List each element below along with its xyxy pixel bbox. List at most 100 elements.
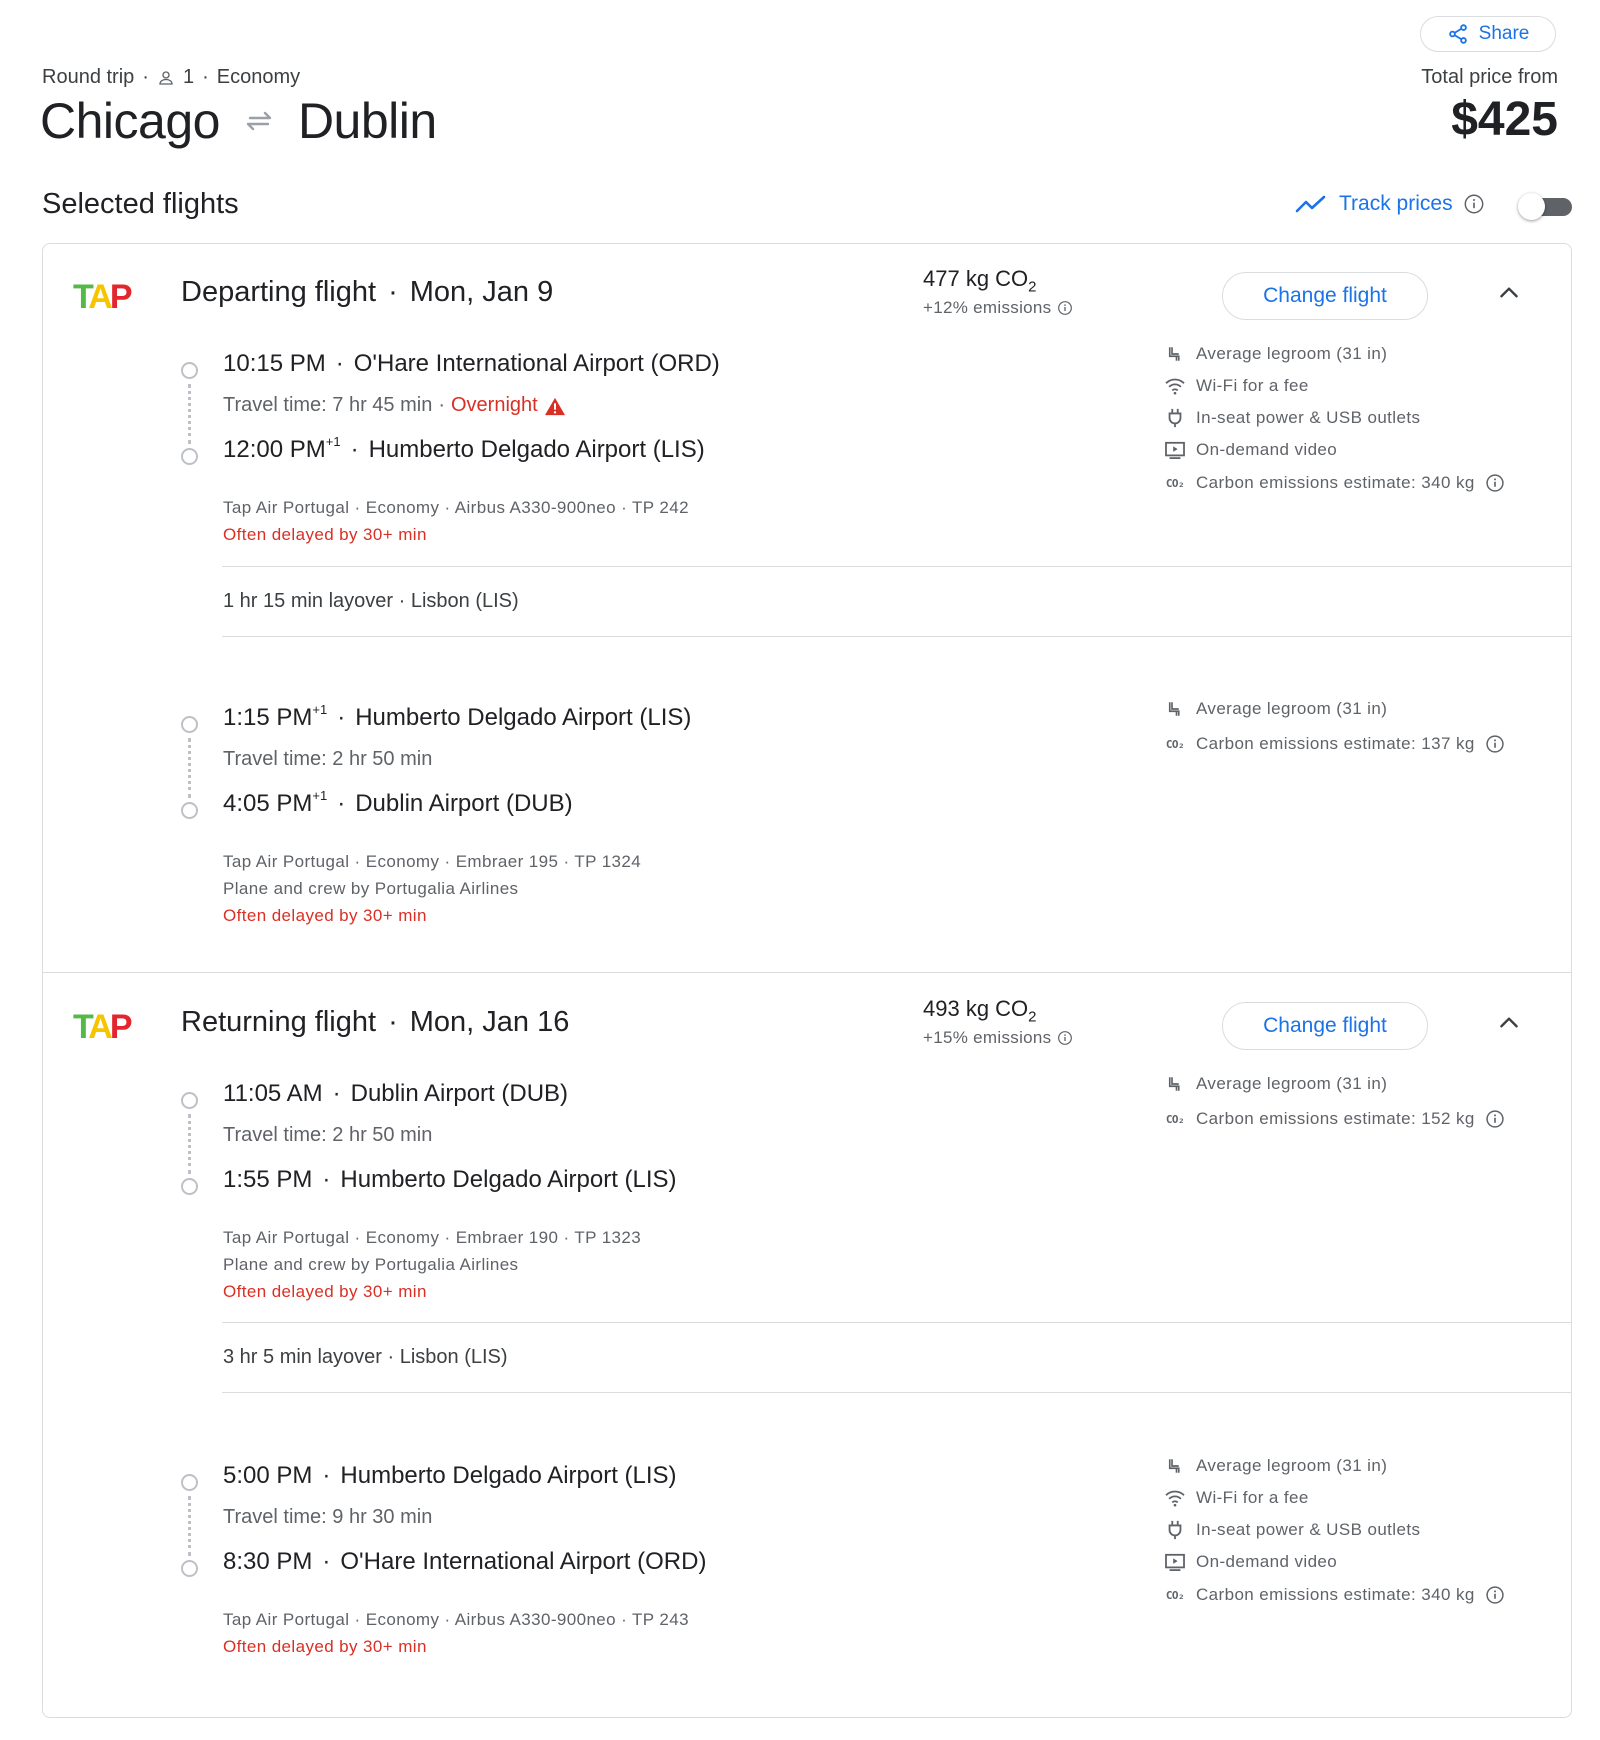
video-icon <box>1165 441 1185 459</box>
delay-warning: Often delayed by 30+ min <box>223 525 427 544</box>
divider <box>222 636 1571 637</box>
video-icon <box>1165 1553 1185 1571</box>
amenity-label: Carbon emissions estimate: 152 kg <box>1196 1109 1475 1128</box>
seat-icon <box>1168 702 1180 716</box>
separator-dot: · <box>438 394 445 416</box>
arrival-row: 8:30 PM · O'Hare International Airport (OR… <box>223 1548 707 1575</box>
amenity-label: Carbon emissions estimate: 137 kg <box>1196 734 1475 753</box>
amenity-video: On-demand video <box>1164 440 1337 460</box>
trending-icon <box>1295 195 1326 213</box>
timeline-start <box>181 716 198 733</box>
amenity-emissions: CO₂ Carbon emissions estimate: 137 kg <box>1164 734 1505 754</box>
chevron-up-icon[interactable] <box>1496 1010 1522 1036</box>
separator-dot: · <box>388 276 398 308</box>
co2-icon: CO₂ <box>1165 476 1185 490</box>
share-button[interactable]: Share <box>1420 16 1556 52</box>
wifi-icon <box>1165 1490 1185 1507</box>
trip-meta: Round trip · 1 · Economy <box>42 66 300 89</box>
timeline-dots <box>188 384 192 444</box>
timeline-start <box>181 1092 198 1109</box>
wifi-icon <box>1165 378 1185 395</box>
track-prices[interactable]: Track prices <box>1295 192 1485 216</box>
departure-row: 11:05 AM · Dublin Airport (DUB) <box>223 1080 569 1107</box>
layover-info: 1 hr 15 min layover · Lisbon (LIS) <box>223 590 519 612</box>
travel-time: Travel time: 9 hr 30 min <box>223 1506 433 1528</box>
seat-icon <box>1168 1077 1180 1091</box>
route-title: Chicago Dublin <box>40 92 437 150</box>
separator-dot: · <box>388 1006 398 1038</box>
amenity-wifi: Wi-Fi for a fee <box>1164 1488 1309 1508</box>
travel-time-row: Travel time: 9 hr 30 min <box>223 1506 432 1529</box>
segment-timeline <box>180 1474 200 1584</box>
operator-info: Plane and crew by Portugalia Airlines <box>223 879 519 898</box>
arrival-time: 4:05 PM <box>223 790 313 817</box>
amenity-label: Wi-Fi for a fee <box>1196 1488 1309 1507</box>
info-icon[interactable] <box>1485 1109 1505 1129</box>
arrival-row: 12:00 PM+1 · Humberto Delgado Airport (LIS… <box>223 434 705 463</box>
co2-icon: CO₂ <box>1165 737 1185 751</box>
separator-dot: · <box>202 66 209 88</box>
co2-amount: 477 kg CO <box>923 266 1029 291</box>
amenity-label: In-seat power & USB outlets <box>1196 408 1421 427</box>
segment-timeline <box>180 1092 200 1202</box>
co2-amount: 493 kg CO <box>923 996 1029 1021</box>
track-prices-label: Track prices <box>1339 192 1453 215</box>
amenity-emissions: CO₂ Carbon emissions estimate: 152 kg <box>1164 1109 1505 1129</box>
arrival-airport: Dublin Airport (DUB) <box>355 790 573 817</box>
power-plug-icon <box>1168 1520 1182 1540</box>
arrival-airport: O'Hare International Airport (ORD) <box>340 1548 707 1575</box>
overnight-label: Overnight <box>451 394 538 416</box>
selected-flights-title: Selected flights <box>42 188 239 220</box>
arrival-airport: Humberto Delgado Airport (LIS) <box>368 436 705 463</box>
departure-time: 10:15 PM <box>223 350 326 377</box>
departure-airport: O'Hare International Airport (ORD) <box>353 350 720 377</box>
info-icon[interactable] <box>1463 193 1485 215</box>
arrival-time: 1:55 PM <box>223 1166 313 1193</box>
seat-icon <box>1168 347 1180 361</box>
timeline-dots <box>188 1496 192 1556</box>
separator-dot: · <box>142 66 149 88</box>
departure-airport: Humberto Delgado Airport (LIS) <box>340 1462 677 1489</box>
info-icon[interactable] <box>1485 473 1505 493</box>
change-departing-flight-button[interactable]: Change flight <box>1222 272 1428 320</box>
track-prices-toggle[interactable] <box>1518 191 1574 221</box>
travel-time: Travel time: 2 hr 50 min <box>223 748 433 770</box>
chevron-up-icon[interactable] <box>1496 280 1522 306</box>
segment-timeline <box>180 362 200 472</box>
arrival-time: 12:00 PM <box>223 436 326 463</box>
amenity-label: Carbon emissions estimate: 340 kg <box>1196 473 1475 492</box>
departure-time: 5:00 PM <box>223 1462 313 1489</box>
amenity-legroom: Average legroom (31 in) <box>1164 699 1387 719</box>
travel-time-row: Travel time: 2 hr 50 min <box>223 748 432 771</box>
timeline-dots <box>188 1114 192 1174</box>
departure-time: 1:15 PM <box>223 704 313 731</box>
leg-label: Departing flight <box>181 276 377 308</box>
timeline-end <box>181 1178 198 1195</box>
power-plug-icon <box>1168 408 1182 428</box>
segment-timeline <box>180 716 200 826</box>
info-icon[interactable] <box>1485 1585 1505 1605</box>
departure-row: 10:15 PM · O'Hare International Airport (O… <box>223 350 720 377</box>
amenity-legroom: Average legroom (31 in) <box>1164 344 1387 364</box>
amenity-emissions: CO₂ Carbon emissions estimate: 340 kg <box>1164 473 1505 493</box>
timeline-end <box>181 802 198 819</box>
price-label: Total price from <box>1421 66 1558 88</box>
departure-row: 1:15 PM+1 · Humberto Delgado Airport (LIS) <box>223 702 692 731</box>
cabin-class: Economy <box>216 66 301 88</box>
info-icon[interactable] <box>1057 300 1073 316</box>
seat-icon <box>1168 1459 1180 1473</box>
emissions-delta: +12% emissions <box>923 298 1052 317</box>
change-returning-flight-button[interactable]: Change flight <box>1222 1002 1428 1050</box>
delay-warning: Often delayed by 30+ min <box>223 1282 427 1301</box>
amenity-label: Average legroom (31 in) <box>1196 1074 1388 1093</box>
amenity-label: Average legroom (31 in) <box>1196 699 1388 718</box>
timeline-end <box>181 1560 198 1577</box>
amenity-legroom: Average legroom (31 in) <box>1164 1074 1387 1094</box>
info-icon[interactable] <box>1485 734 1505 754</box>
info-icon[interactable] <box>1057 1030 1073 1046</box>
travel-time-row: Travel time: 2 hr 50 min <box>223 1124 432 1147</box>
departure-airport: Humberto Delgado Airport (LIS) <box>355 704 692 731</box>
amenity-label: On-demand video <box>1196 1552 1338 1571</box>
co2-icon: CO₂ <box>1165 1588 1185 1602</box>
divider <box>222 1322 1571 1323</box>
